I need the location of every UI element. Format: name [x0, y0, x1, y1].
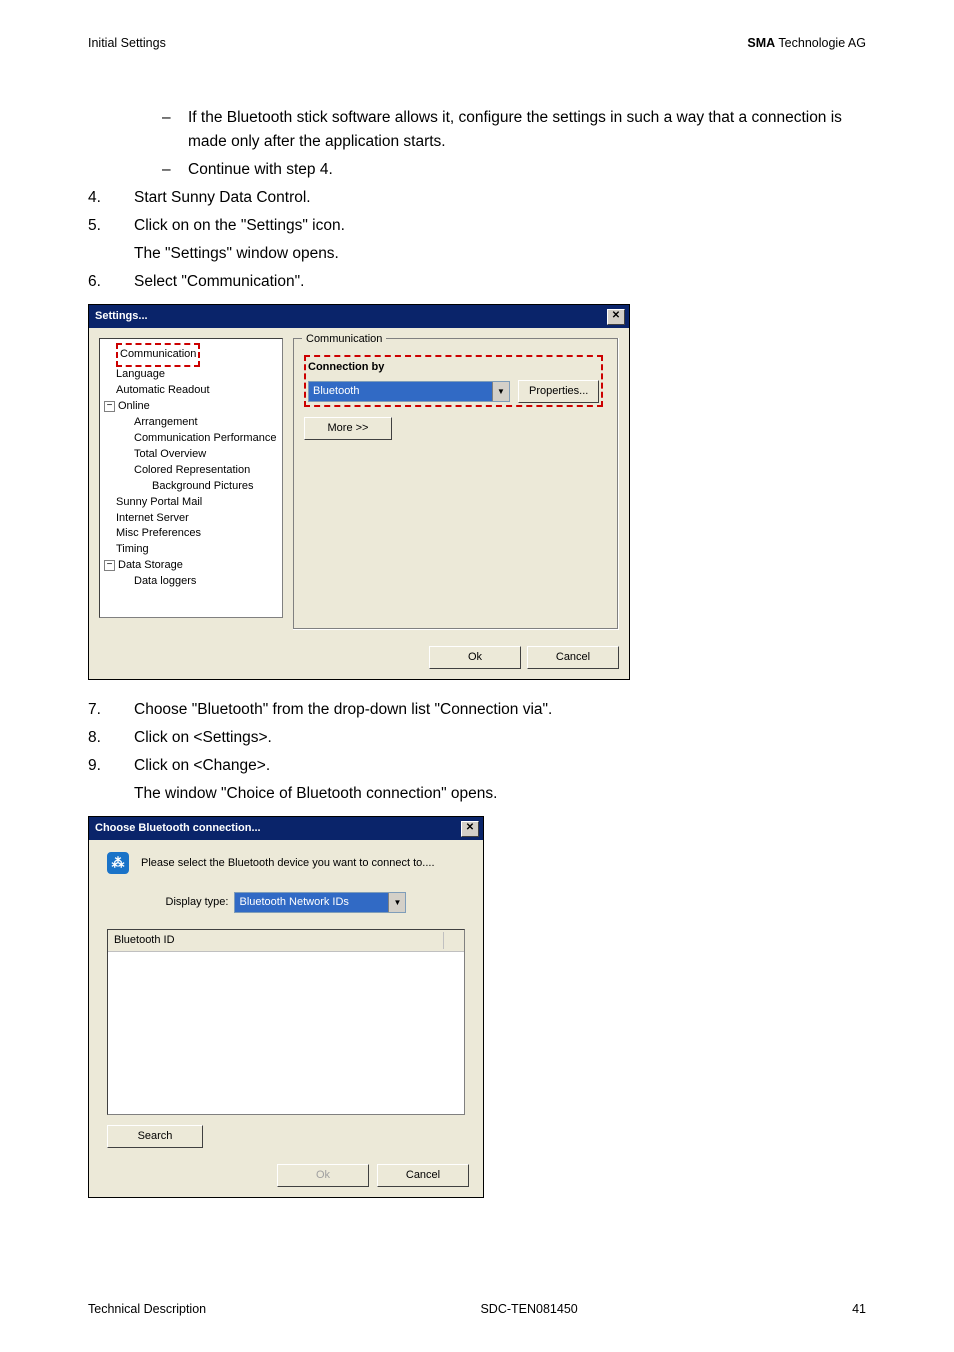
list-header: Bluetooth ID — [108, 930, 464, 952]
step-text: Start Sunny Data Control. — [134, 186, 866, 210]
settings-tree[interactable]: Communication Language Automatic Readout… — [99, 338, 283, 618]
tree-item-timing[interactable]: Timing — [102, 542, 280, 558]
tree-item-automatic-readout[interactable]: Automatic Readout — [102, 383, 280, 399]
dialog-title: Settings... — [95, 308, 148, 325]
groupbox-title: Communication — [302, 331, 386, 348]
tree-item-data-loggers[interactable]: Data loggers — [102, 574, 280, 590]
connection-by-label: Connection by — [308, 359, 599, 376]
combo-value: Bluetooth Network IDs — [235, 893, 388, 912]
bullet-text: Continue with step 4. — [188, 158, 333, 182]
header-section: Initial Settings — [88, 36, 166, 50]
prompt-text: Please select the Bluetooth device you w… — [141, 855, 435, 872]
bullet-text: If the Bluetooth stick software allows i… — [188, 106, 866, 154]
body-text: – If the Bluetooth stick software allows… — [88, 106, 866, 1198]
bluetooth-icon: ⁂ — [107, 852, 129, 874]
communication-group: Communication Connection by Bluetooth ▼ … — [293, 338, 619, 630]
titlebar: Choose Bluetooth connection... ✕ — [89, 817, 483, 840]
combo-value: Bluetooth — [309, 382, 492, 401]
list-dash: – — [162, 158, 188, 182]
step-text: Choose "Bluetooth" from the drop-down li… — [134, 698, 866, 722]
step-subtext: The "Settings" window opens. — [134, 242, 866, 266]
tree-item-online[interactable]: −Online — [102, 399, 280, 415]
choose-bluetooth-dialog: Choose Bluetooth connection... ✕ ⁂ Pleas… — [88, 816, 484, 1198]
tree-item-colored-rep[interactable]: Colored Representation — [102, 463, 280, 479]
tree-item-language[interactable]: Language — [102, 367, 280, 383]
properties-button[interactable]: Properties... — [518, 380, 599, 403]
close-icon[interactable]: ✕ — [461, 821, 479, 837]
ok-button[interactable]: Ok — [429, 646, 521, 669]
step-number: 7. — [88, 698, 134, 722]
display-type-label: Display type: — [166, 894, 229, 911]
more-button[interactable]: More >> — [304, 417, 392, 440]
step-number: 6. — [88, 270, 134, 294]
chevron-down-icon[interactable]: ▼ — [388, 893, 405, 912]
step-text: Click on <Settings>. — [134, 726, 866, 750]
page-footer: Technical Description SDC-TEN081450 41 — [88, 1302, 866, 1316]
tree-item-total-overview[interactable]: Total Overview — [102, 447, 280, 463]
page-header: Initial Settings SMA Technologie AG — [88, 36, 866, 50]
close-icon[interactable]: ✕ — [607, 309, 625, 325]
display-type-combo[interactable]: Bluetooth Network IDs ▼ — [234, 892, 406, 913]
tree-item-arrangement[interactable]: Arrangement — [102, 415, 280, 431]
footer-mid: SDC-TEN081450 — [480, 1302, 577, 1316]
tree-item-internet-server[interactable]: Internet Server — [102, 511, 280, 527]
step-number: 8. — [88, 726, 134, 750]
step-number: 4. — [88, 186, 134, 210]
step-number: 9. — [88, 754, 134, 778]
list-dash: – — [162, 106, 188, 154]
step-text: Select "Communication". — [134, 270, 866, 294]
header-brand: SMA Technologie AG — [747, 36, 866, 50]
chevron-down-icon[interactable]: ▼ — [492, 382, 509, 401]
tree-item-background-pics[interactable]: Background Pictures — [102, 479, 280, 495]
footer-left: Technical Description — [88, 1302, 206, 1316]
step-subtext: The window "Choice of Bluetooth connecti… — [134, 782, 866, 806]
footer-page: 41 — [852, 1302, 866, 1316]
tree-item-data-storage[interactable]: −Data Storage — [102, 558, 280, 574]
tree-item-misc-prefs[interactable]: Misc Preferences — [102, 526, 280, 542]
tree-item-comm-perf[interactable]: Communication Performance — [102, 431, 280, 447]
col-bluetooth-id: Bluetooth ID — [114, 932, 175, 949]
tree-item-communication[interactable]: Communication — [116, 343, 200, 367]
bluetooth-list[interactable]: Bluetooth ID — [107, 929, 465, 1115]
titlebar: Settings... ✕ — [89, 305, 629, 328]
cancel-button[interactable]: Cancel — [527, 646, 619, 669]
dialog-title: Choose Bluetooth connection... — [95, 820, 261, 837]
ok-button[interactable]: Ok — [277, 1164, 369, 1187]
step-text: Click on on the "Settings" icon. — [134, 214, 866, 238]
settings-dialog: Settings... ✕ Communication Language Aut… — [88, 304, 630, 680]
step-text: Click on <Change>. — [134, 754, 866, 778]
search-button[interactable]: Search — [107, 1125, 203, 1148]
connection-combo[interactable]: Bluetooth ▼ — [308, 381, 510, 402]
tree-item-sunny-portal[interactable]: Sunny Portal Mail — [102, 495, 280, 511]
step-number: 5. — [88, 214, 134, 238]
cancel-button[interactable]: Cancel — [377, 1164, 469, 1187]
